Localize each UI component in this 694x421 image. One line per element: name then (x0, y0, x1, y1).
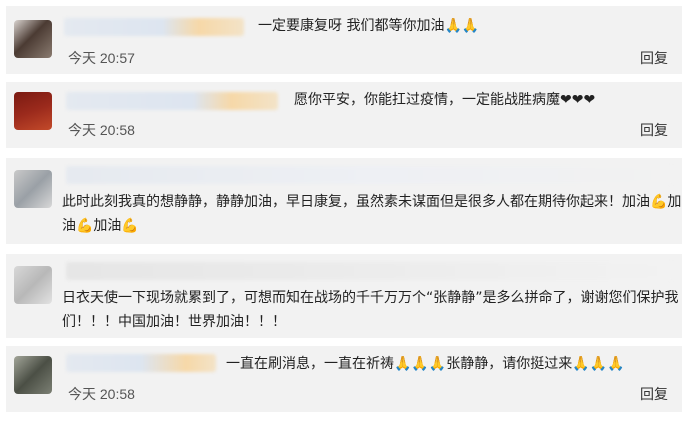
comment-list: 一定要康复呀 我们都等你加油🙏🙏 今天 20:57 回复 愿你平安，你能扛过疫情… (0, 0, 694, 421)
avatar[interactable] (14, 20, 52, 58)
avatar[interactable] (14, 170, 52, 208)
comment-time: 今天 20:58 (68, 386, 135, 402)
comment-time: 今天 20:58 (68, 122, 135, 138)
username-blurred[interactable] (64, 18, 244, 36)
username-blurred[interactable] (66, 166, 672, 184)
comment-item: 日衣天使一下现场就累到了，可想而知在战场的千千万万个“张静静”是多么拼命了，谢谢… (6, 254, 682, 338)
reply-button[interactable]: 回复 (640, 384, 668, 404)
comment-text: 一定要康复呀 我们都等你加油🙏🙏 (258, 18, 480, 34)
reply-button[interactable]: 回复 (640, 48, 668, 68)
username-blurred[interactable] (66, 92, 278, 110)
username-blurred[interactable] (66, 354, 216, 372)
reply-button[interactable]: 回复 (640, 120, 668, 140)
comment-time: 今天 20:57 (68, 50, 135, 66)
comment-text: 此时此刻我真的想静静，静静加油，早日康复，虽然素未谋面但是很多人都在期待你起来！… (62, 194, 682, 234)
avatar[interactable] (14, 266, 52, 304)
comment-item: 一直在刷消息，一直在祈祷🙏🙏🙏张静静，请你挺过来🙏🙏🙏 今天 20:58 回复 (6, 346, 682, 412)
avatar[interactable] (14, 356, 52, 394)
comment-item: 愿你平安，你能扛过疫情，一定能战胜病魔❤❤❤ 今天 20:58 回复 (6, 82, 682, 148)
comment-item: 此时此刻我真的想静静，静静加油，早日康复，虽然素未谋面但是很多人都在期待你起来！… (6, 158, 682, 244)
avatar[interactable] (14, 92, 52, 130)
comment-text: 日衣天使一下现场就累到了，可想而知在战场的千千万万个“张静静”是多么拼命了，谢谢… (62, 290, 679, 330)
username-blurred[interactable] (66, 262, 672, 280)
comment-text: 愿你平安，你能扛过疫情，一定能战胜病魔❤❤❤ (294, 92, 596, 108)
comment-item: 一定要康复呀 我们都等你加油🙏🙏 今天 20:57 回复 (6, 6, 682, 74)
comment-text: 一直在刷消息，一直在祈祷🙏🙏🙏张静静，请你挺过来🙏🙏🙏 (226, 356, 625, 372)
